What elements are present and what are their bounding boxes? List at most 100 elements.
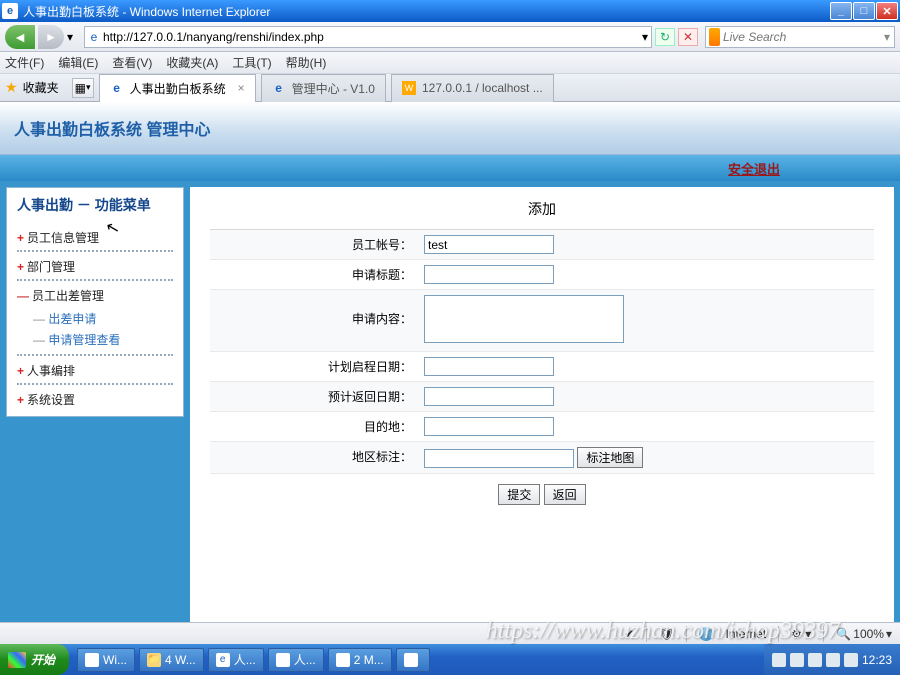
taskbar-item-4[interactable]: P人... [268, 648, 324, 672]
protected-off-icon[interactable]: ⚙ ▾ [791, 627, 811, 641]
menu-edit[interactable]: 编辑(E) [58, 54, 98, 71]
start-button[interactable]: 开始 [0, 644, 69, 675]
plus-icon: + [17, 364, 24, 378]
page-header-band: 人事出勤白板系统 管理中心 [0, 102, 900, 155]
taskbar-item-1[interactable]: W Wi... [77, 648, 135, 672]
plus-icon: + [17, 260, 24, 274]
sidebar-group-employee[interactable]: +员工信息管理 [17, 223, 173, 250]
input-mark[interactable] [424, 449, 574, 468]
workspace: 人事出勤 － 功能菜单 +员工信息管理 +部门管理 —员工出差管理 出差申请 申… [0, 181, 900, 642]
sidebar-group-arrange[interactable]: +人事编排 [17, 354, 173, 383]
tab-label: 人事出勤白板系统 [130, 80, 226, 97]
form-title: 添加 [210, 193, 874, 230]
sidebar-group-label: 员工信息管理 [27, 231, 99, 245]
minus-icon: — [17, 289, 29, 303]
app-icon: P [276, 653, 290, 667]
taskbar-item-2[interactable]: 📁4 W... [139, 648, 204, 672]
sidebar-heading: 人事出勤 － 功能菜单 [17, 195, 173, 215]
taskbar-item-label: 2 M... [354, 653, 384, 667]
refresh-button[interactable]: ↻ [655, 28, 675, 46]
back-button[interactable]: 返回 [544, 484, 586, 505]
menu-favorites[interactable]: 收藏夹(A) [166, 54, 218, 71]
form-row-mark: 地区标注： 标注地图 [210, 442, 874, 474]
taskbar-item-3[interactable]: e人... [208, 648, 264, 672]
tab-inactive-2[interactable]: W 127.0.0.1 / localhost ... [391, 74, 554, 102]
maximize-button[interactable]: □ [853, 2, 875, 20]
tab-label: 127.0.0.1 / localhost ... [422, 81, 543, 95]
sidebar-group-settings[interactable]: +系统设置 [17, 383, 173, 412]
sidebar-group-label: 系统设置 [27, 393, 75, 407]
menu-tools[interactable]: 工具(T) [232, 54, 271, 71]
sidebar-container: 人事出勤 － 功能菜单 +员工信息管理 +部门管理 —员工出差管理 出差申请 申… [0, 181, 190, 642]
submit-button[interactable]: 提交 [498, 484, 540, 505]
search-bar[interactable]: ▾ [705, 26, 895, 48]
favorites-label[interactable]: 收藏夹 [23, 79, 59, 96]
zone-label: Internet [725, 627, 766, 641]
stop-button[interactable]: ✕ [678, 28, 698, 46]
taskbar-item-5[interactable]: M2 M... [328, 648, 392, 672]
address-bar[interactable]: e ▾ [84, 26, 652, 48]
ie-icon: e [216, 653, 230, 667]
forward-button[interactable]: ► [38, 25, 64, 49]
back-button[interactable]: ◄ [5, 25, 35, 49]
favorites-star-icon[interactable]: ★ [5, 79, 18, 96]
menu-view[interactable]: 查看(V) [112, 54, 152, 71]
tray-icon[interactable] [844, 653, 858, 667]
form-row-subject: 申请标题： [210, 260, 874, 290]
tray-icon[interactable] [808, 653, 822, 667]
page-icon: e [85, 30, 103, 44]
label-return: 预计返回日期： [210, 382, 420, 411]
tray-icon[interactable] [790, 653, 804, 667]
menu-help[interactable]: 帮助(H) [286, 54, 327, 71]
map-annotate-button[interactable]: 标注地图 [577, 447, 643, 468]
tray-clock[interactable]: 12:23 [862, 653, 892, 667]
window-controls: _ □ ✕ [830, 2, 898, 20]
ie-icon: e [2, 3, 18, 19]
form-row-start: 计划启程日期： [210, 352, 874, 382]
divider [646, 626, 647, 642]
sidebar-submenu: 出差申请 申请管理查看 [33, 308, 173, 350]
plus-icon: + [17, 393, 24, 407]
search-dropdown-icon[interactable]: ▾ [880, 30, 894, 44]
history-dropdown-icon[interactable]: ▾ [67, 30, 81, 44]
close-button[interactable]: ✕ [876, 2, 898, 20]
sidebar-group-dept[interactable]: +部门管理 [17, 250, 173, 279]
sidebar-group-trip[interactable]: —员工出差管理 出差申请 申请管理查看 [17, 279, 173, 354]
tray-icon[interactable] [772, 653, 786, 667]
label-content: 申请内容： [210, 290, 420, 351]
input-return[interactable] [424, 387, 554, 406]
start-label: 开始 [31, 651, 55, 668]
page-content: 人事出勤白板系统 管理中心 安全退出 人事出勤 － 功能菜单 +员工信息管理 +… [0, 102, 900, 642]
input-dest[interactable] [424, 417, 554, 436]
plus-icon: + [17, 231, 24, 245]
window-titlebar: e 人事出勤白板系统 - Windows Internet Explorer _… [0, 0, 900, 22]
logout-link[interactable]: 安全退出 [728, 159, 780, 178]
taskbar-item-label: 4 W... [165, 653, 196, 667]
address-input[interactable] [103, 28, 639, 46]
taskbar-item-label: Wi... [103, 653, 127, 667]
sidebar-item-trip-apply[interactable]: 出差申请 [33, 308, 173, 329]
form-row-return: 预计返回日期： [210, 382, 874, 412]
input-start[interactable] [424, 357, 554, 376]
minimize-button[interactable]: _ [830, 2, 852, 20]
label-start: 计划启程日期： [210, 352, 420, 381]
menu-file[interactable]: 文件(F) [5, 54, 44, 71]
address-dropdown-icon[interactable]: ▾ [639, 30, 651, 44]
input-subject[interactable] [424, 265, 554, 284]
tab-active[interactable]: e 人事出勤白板系统 × [99, 74, 256, 102]
tab-close-icon[interactable]: × [238, 81, 245, 95]
tab-inactive-1[interactable]: e 管理中心 - V1.0 [261, 74, 386, 102]
tray-icon[interactable] [826, 653, 840, 667]
divider [823, 626, 824, 642]
favorites-bar-button[interactable]: ▦▾ [72, 78, 94, 98]
zoom-control[interactable]: 🔍 100% ▾ [836, 627, 892, 641]
search-input[interactable] [723, 30, 880, 44]
app-icon: W [85, 653, 99, 667]
system-tray[interactable]: 12:23 [764, 644, 900, 675]
sidebar-item-trip-manage[interactable]: 申请管理查看 [33, 329, 173, 350]
sidebar-group-label: 部门管理 [27, 260, 75, 274]
status-bar: ✔ 🛡 Internet ⚙ ▾ 🔍 100% ▾ [0, 622, 900, 644]
taskbar-item-6[interactable]: P [396, 648, 430, 672]
input-content[interactable] [424, 295, 624, 343]
input-account[interactable] [424, 235, 554, 254]
